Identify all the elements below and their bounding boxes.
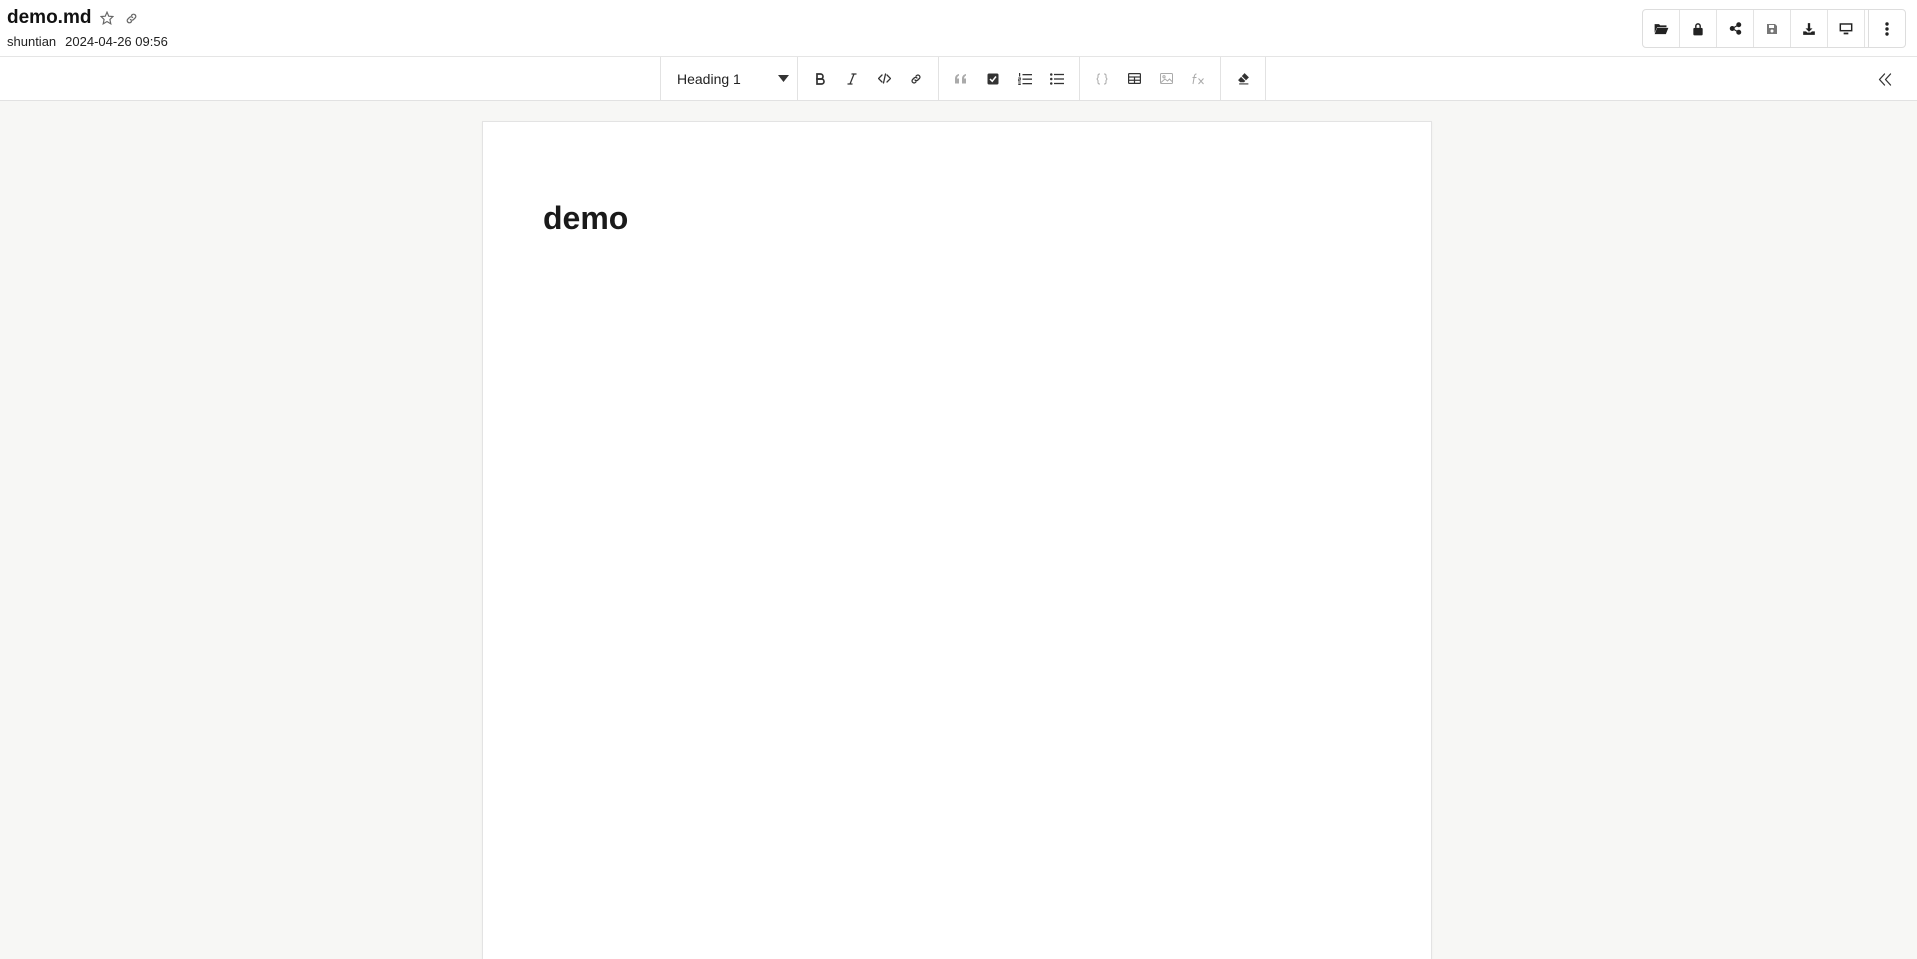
present-button[interactable] [1828, 10, 1865, 47]
table-button[interactable] [1118, 63, 1150, 95]
block-type-group: Heading 1 [661, 57, 798, 100]
more-vertical-icon [1885, 21, 1889, 36]
ordered-list-button[interactable] [1009, 63, 1041, 95]
image-button[interactable] [1150, 63, 1182, 95]
more-button[interactable] [1868, 10, 1905, 47]
bold-icon [815, 72, 825, 85]
code-block-button[interactable] [1086, 63, 1118, 95]
document-heading[interactable]: demo [543, 200, 628, 237]
bullet-list-icon [1050, 72, 1064, 85]
document-meta: shuntian 2024-04-26 09:56 [7, 34, 168, 49]
blockquote-button[interactable] [945, 63, 977, 95]
table-icon [1127, 73, 1141, 84]
bold-button[interactable] [804, 63, 836, 95]
title-row: demo.md [7, 7, 139, 29]
modified-timestamp: 2024-04-26 09:56 [65, 34, 168, 49]
lock-icon [1692, 22, 1704, 36]
folder-open-icon [1654, 22, 1669, 35]
inline-code-button[interactable] [868, 63, 900, 95]
bullet-list-button[interactable] [1041, 63, 1073, 95]
block-format-group [939, 57, 1080, 100]
checkbox-icon [987, 73, 999, 85]
toolbar-groups: Heading 1 [660, 57, 1266, 100]
save-button[interactable] [1754, 10, 1791, 47]
editor-page[interactable]: demo [482, 121, 1432, 959]
ordered-list-icon [1018, 72, 1032, 85]
formatting-toolbar: Heading 1 [0, 57, 1917, 101]
header: demo.md shuntian 2024-04-26 09:56 [0, 0, 1917, 57]
save-icon [1766, 23, 1778, 35]
author-name: shuntian [7, 34, 57, 49]
download-icon [1802, 22, 1816, 36]
link-button[interactable] [900, 63, 932, 95]
clear-format-group [1221, 57, 1266, 100]
eraser-icon [1237, 72, 1250, 85]
link-icon[interactable] [123, 10, 139, 26]
italic-icon [847, 72, 857, 85]
caret-down-icon [778, 75, 789, 82]
document-title[interactable]: demo.md [7, 7, 91, 29]
share-button[interactable] [1717, 10, 1754, 47]
function-icon [1191, 73, 1205, 85]
link-icon [910, 73, 922, 85]
image-icon [1159, 73, 1173, 84]
braces-icon [1096, 73, 1108, 85]
inline-format-group [798, 57, 939, 100]
download-button[interactable] [1791, 10, 1828, 47]
quote-icon [954, 73, 968, 84]
share-icon [1729, 22, 1742, 35]
block-type-value: Heading 1 [677, 70, 741, 87]
document-actions [1642, 9, 1906, 48]
clear-format-button[interactable] [1227, 63, 1259, 95]
lock-button[interactable] [1680, 10, 1717, 47]
task-list-button[interactable] [977, 63, 1009, 95]
double-chevron-left-icon [1878, 72, 1892, 86]
star-icon[interactable] [99, 10, 115, 26]
collapse-panel-button[interactable] [1873, 67, 1897, 91]
italic-button[interactable] [836, 63, 868, 95]
formula-button[interactable] [1182, 63, 1214, 95]
block-type-select[interactable]: Heading 1 [661, 57, 797, 100]
open-button[interactable] [1643, 10, 1680, 47]
monitor-icon [1839, 22, 1853, 35]
code-icon [877, 73, 891, 84]
insert-group [1080, 57, 1221, 100]
